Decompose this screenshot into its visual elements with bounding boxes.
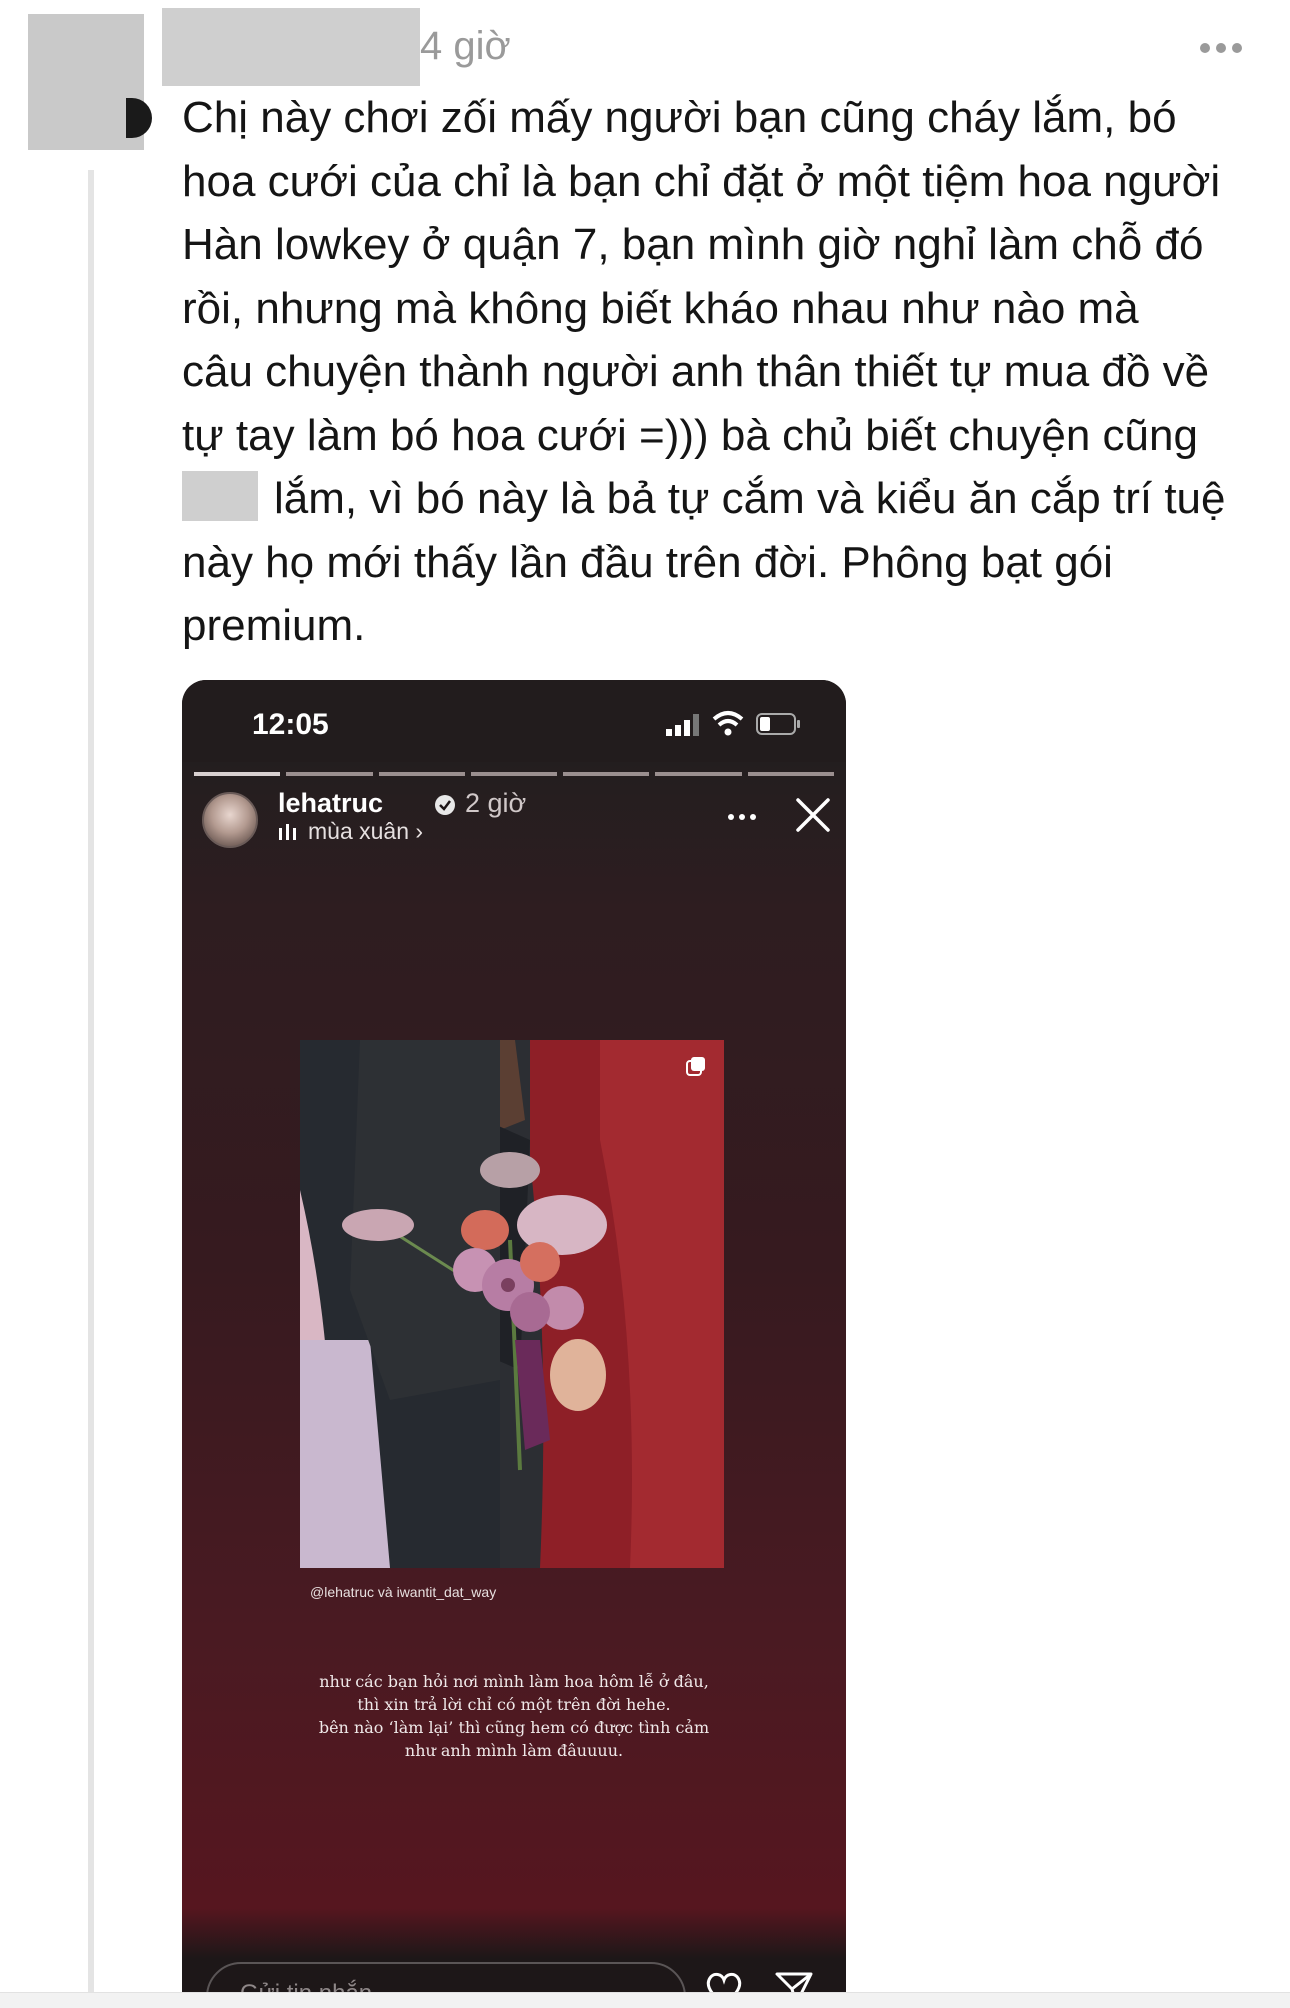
comment-line: hoa cưới của chỉ là bạn chỉ đặt ở một ti… <box>182 156 1221 206</box>
story-more-icon[interactable] <box>728 814 756 820</box>
text-redaction <box>182 471 258 521</box>
comment-line: tự tay làm bó hoa cưới =))) bà chủ biết … <box>182 410 1198 460</box>
story-avatar[interactable] <box>202 792 258 848</box>
comment-line: premium. <box>182 601 366 650</box>
avatar-edge <box>126 98 152 138</box>
story-music[interactable]: mùa xuân › <box>308 818 423 845</box>
story-time: 2 giờ <box>465 788 527 818</box>
comment-line: rồi, nhưng mà không biết kháo nhau như n… <box>182 283 1139 333</box>
bottom-sheet-edge <box>0 1992 1290 2008</box>
username-redacted[interactable] <box>162 8 420 86</box>
story-caption: như các bạn hỏi nơi mình làm hoa hôm lễ … <box>254 1670 774 1762</box>
wifi-icon <box>712 711 744 736</box>
post-timestamp: 4 giờ <box>420 24 511 68</box>
story-username[interactable]: lehatruc <box>278 788 383 819</box>
more-options-icon[interactable] <box>1200 28 1248 68</box>
comment-body: Chị này chơi zối mấy người bạn cũng cháy… <box>182 86 1272 658</box>
music-bars-icon <box>279 824 296 840</box>
status-time: 12:05 <box>252 708 329 741</box>
signal-icon <box>666 714 699 736</box>
thread-line <box>88 170 94 2008</box>
comment-line-redacted: lắm, vì bó này là bả tự cắm và kiểu ăn c… <box>182 467 1272 531</box>
story-mention[interactable]: @lehatruc và iwantit_dat_way <box>310 1584 496 1600</box>
caption-line: như anh mình làm đâuuuu. <box>404 1741 624 1760</box>
embedded-story-screenshot[interactable]: 12:05 lehatruc 2 giờ mùa xuân › @lehatru… <box>182 680 846 2008</box>
verified-icon <box>435 795 455 815</box>
caption-line: thì xin trả lời chỉ có một trên đời hehe… <box>357 1695 671 1714</box>
multi-image-icon <box>686 1057 705 1076</box>
comment-line: câu chuyện thành người anh thân thiết tự… <box>182 347 1210 396</box>
caption-line: bên nào ‘làm lại’ thì cũng hem có được t… <box>318 1718 710 1737</box>
comment-line: Chị này chơi zối mấy người bạn cũng cháy… <box>182 93 1177 142</box>
story-progress <box>194 772 834 776</box>
close-icon[interactable] <box>794 796 832 834</box>
caption-line: như các bạn hỏi nơi mình làm hoa hôm lễ … <box>319 1672 709 1691</box>
battery-icon <box>756 713 800 735</box>
wedding-bouquet-photo <box>300 1040 724 1568</box>
comment-line: này họ mới thấy lần đầu trên đời. Phông … <box>182 537 1113 587</box>
comment-line: Hàn lowkey ở quận 7, bạn mình giờ nghỉ l… <box>182 220 1204 269</box>
comment-line: lắm, vì bó này là bả tự cắm và kiểu ăn c… <box>274 474 1226 523</box>
